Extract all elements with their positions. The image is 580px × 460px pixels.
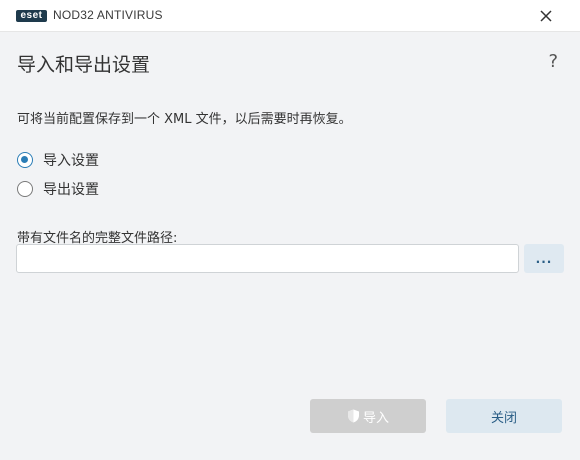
description-text: 可将当前配置保存到一个 XML 文件，以后需要时再恢复。 [17,112,352,127]
radio-label: 导出设置 [43,182,99,198]
close-icon [540,10,552,22]
radio-button-checked[interactable] [17,152,33,168]
eset-logo: eset [16,10,47,22]
close-button-label: 关闭 [490,410,517,426]
help-button[interactable]: ? [548,51,558,72]
close-button[interactable]: 关闭 [446,399,562,433]
file-path-input[interactable] [16,244,519,273]
radio-import-settings[interactable]: 导入设置 [17,150,99,170]
window-close-button[interactable] [536,6,556,26]
import-button-label: 导入 [362,410,389,426]
product-name: NOD32 ANTIVIRUS [53,8,163,22]
import-button[interactable]: 导入 [310,399,426,433]
radio-export-settings[interactable]: 导出设置 [17,179,99,199]
browse-button[interactable]: ... [524,244,564,273]
radio-button[interactable] [17,181,33,197]
radio-label: 导入设置 [43,153,99,169]
dialog-title: 导入和导出设置 [17,54,151,76]
title-bar: eset NOD32 ANTIVIRUS [0,0,580,32]
shield-icon [347,409,359,423]
